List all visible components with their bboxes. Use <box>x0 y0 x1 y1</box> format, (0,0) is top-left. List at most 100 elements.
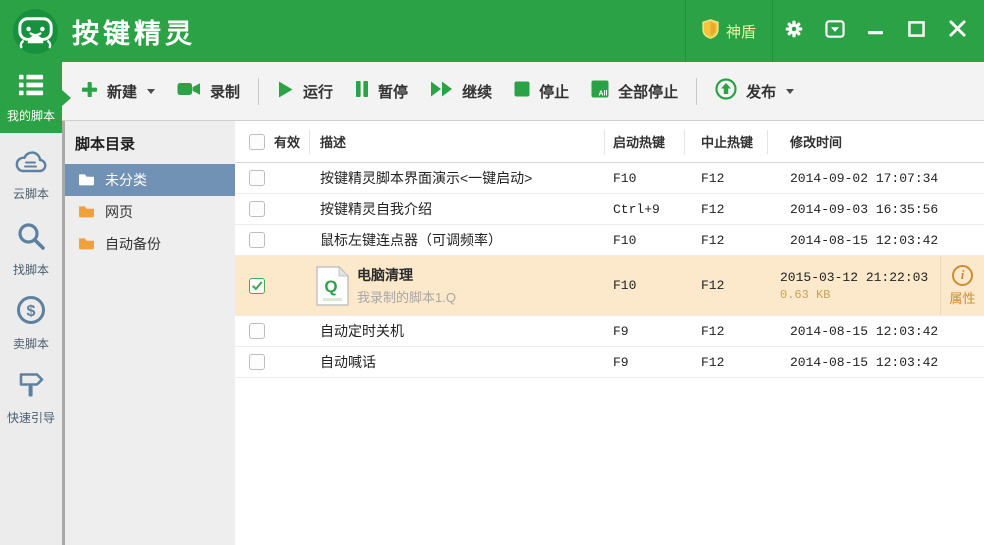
stop-all-icon: All <box>591 80 609 102</box>
column-header-valid: 有效 <box>274 132 300 151</box>
gear-icon <box>784 19 804 44</box>
start-hotkey: F10 <box>605 171 685 186</box>
minimize-icon <box>868 22 884 40</box>
record-label: 录制 <box>210 81 240 102</box>
plus-icon <box>81 81 98 102</box>
close-button[interactable] <box>937 0 978 62</box>
sidebar-item-cloud-scripts[interactable]: 云脚本 <box>0 143 62 207</box>
abort-hotkey: F12 <box>685 171 768 186</box>
sidebar-item-find-scripts[interactable]: 找脚本 <box>0 217 62 281</box>
modified-time: 2014-08-15 12:03:42 <box>768 324 984 339</box>
tray-minimize-icon <box>825 20 845 43</box>
publish-label: 发布 <box>746 81 776 102</box>
column-header-abort-hotkey: 中止热键 <box>685 130 768 154</box>
sidebar-item-my-scripts[interactable]: 我的脚本 <box>0 62 62 133</box>
select-all-checkbox[interactable] <box>249 134 265 150</box>
publish-up-arrow-icon <box>715 78 737 104</box>
script-table: 有效 描述 启动热键 中止热键 修改时间 按键精灵脚本界面演示<一键启动> F1… <box>235 121 984 545</box>
shield-icon <box>702 19 719 44</box>
continue-label: 继续 <box>462 81 492 102</box>
close-icon <box>949 20 966 42</box>
separator <box>258 78 259 105</box>
pause-label: 暂停 <box>378 81 408 102</box>
play-icon <box>277 80 294 103</box>
sidebar-item-label: 找脚本 <box>13 261 49 278</box>
chevron-down-icon <box>786 89 794 94</box>
start-hotkey: F9 <box>605 324 685 339</box>
folder-icon <box>78 172 95 189</box>
row-checkbox[interactable] <box>249 170 265 186</box>
start-hotkey: F10 <box>605 278 685 293</box>
script-row[interactable]: 自动定时关机 F9 F12 2014-08-15 12:03:42 <box>235 316 984 347</box>
folder-item-label: 网页 <box>105 202 133 222</box>
abort-hotkey: F12 <box>685 278 768 293</box>
record-button[interactable]: 录制 <box>166 71 251 111</box>
cloud-icon <box>14 149 48 180</box>
folder-item-uncategorized[interactable]: 未分类 <box>65 164 235 196</box>
modified-time: 2014-09-02 17:07:34 <box>768 171 984 186</box>
modified-time: 2014-08-15 12:03:42 <box>768 233 984 248</box>
folder-item-web[interactable]: 网页 <box>65 196 235 228</box>
toolbar: 新建 录制 运行 <box>62 62 984 121</box>
abort-hotkey: F12 <box>685 324 768 339</box>
maximize-button[interactable] <box>896 0 937 62</box>
folder-item-auto-backup[interactable]: 自动备份 <box>65 228 235 260</box>
app-window: 按键精灵 神盾 <box>0 0 984 545</box>
script-description: 鼠标左键连点器（可调频率） <box>310 230 605 250</box>
start-hotkey: F9 <box>605 355 685 370</box>
continue-button[interactable]: 继续 <box>419 71 503 111</box>
stop-button[interactable]: 停止 <box>503 71 580 111</box>
column-header-description: 描述 <box>310 130 605 154</box>
script-row-selected[interactable]: Q 电脑清理 我录制的脚本1.Q F10 F12 2015-03-12 21:2… <box>235 256 984 316</box>
new-script-label: 新建 <box>107 81 137 102</box>
maximize-icon <box>908 21 925 42</box>
row-checkbox[interactable] <box>249 232 265 248</box>
sidebar-item-sell-scripts[interactable]: $ 卖脚本 <box>0 291 62 355</box>
run-button[interactable]: 运行 <box>266 71 344 111</box>
publish-button[interactable]: 发布 <box>704 71 805 111</box>
titlebar: 按键精灵 神盾 <box>0 0 984 62</box>
script-description: 按键精灵自我介绍 <box>310 199 605 219</box>
script-directory-panel: 脚本目录 未分类 网页 自动备份 <box>62 121 235 545</box>
svg-text:$: $ <box>27 303 36 320</box>
sidebar-item-quick-guide[interactable]: 快速引导 <box>0 365 62 429</box>
sidebar-item-label: 我的脚本 <box>7 107 55 124</box>
column-header-modified-time: 修改时间 <box>768 130 984 154</box>
separator <box>696 78 697 105</box>
abort-hotkey: F12 <box>685 202 768 217</box>
shield-button[interactable]: 神盾 <box>686 19 772 44</box>
row-checkbox-checked[interactable] <box>249 278 265 294</box>
script-description: 自动喊话 <box>310 352 605 372</box>
script-file-name: 我录制的脚本1.Q <box>357 287 456 306</box>
properties-label: 属性 <box>949 288 975 307</box>
app-logo-robot-icon <box>12 8 59 55</box>
chevron-down-icon <box>147 89 155 94</box>
sidebar: 我的脚本 云脚本 找脚本 <box>0 62 62 545</box>
script-directory-title: 脚本目录 <box>65 121 235 164</box>
settings-button[interactable] <box>773 0 814 62</box>
minimize-to-tray-button[interactable] <box>814 0 855 62</box>
script-list-icon <box>17 72 45 103</box>
row-checkbox[interactable] <box>249 201 265 217</box>
sidebar-item-label: 卖脚本 <box>13 335 49 352</box>
row-checkbox[interactable] <box>249 354 265 370</box>
app-title: 按键精灵 <box>72 12 196 51</box>
folder-item-label: 未分类 <box>105 170 147 190</box>
stop-all-button[interactable]: All 全部停止 <box>580 71 689 111</box>
start-hotkey: Ctrl+9 <box>605 202 685 217</box>
pause-button[interactable]: 暂停 <box>344 71 419 111</box>
modified-time: 2014-08-15 12:03:42 <box>768 355 984 370</box>
script-row[interactable]: 自动喊话 F9 F12 2014-08-15 12:03:42 <box>235 347 984 378</box>
abort-hotkey: F12 <box>685 355 768 370</box>
stop-all-label: 全部停止 <box>618 81 678 102</box>
abort-hotkey: F12 <box>685 233 768 248</box>
new-script-button[interactable]: 新建 <box>70 71 166 111</box>
column-header-start-hotkey: 启动热键 <box>605 130 685 154</box>
properties-button[interactable]: i 属性 <box>940 256 984 315</box>
sidebar-item-label: 云脚本 <box>13 185 49 202</box>
script-row[interactable]: 鼠标左键连点器（可调频率） F10 F12 2014-08-15 12:03:4… <box>235 225 984 256</box>
row-checkbox[interactable] <box>249 323 265 339</box>
script-row[interactable]: 按键精灵自我介绍 Ctrl+9 F12 2014-09-03 16:35:56 <box>235 194 984 225</box>
script-row[interactable]: 按键精灵脚本界面演示<一键启动> F10 F12 2014-09-02 17:0… <box>235 163 984 194</box>
minimize-button[interactable] <box>855 0 896 62</box>
